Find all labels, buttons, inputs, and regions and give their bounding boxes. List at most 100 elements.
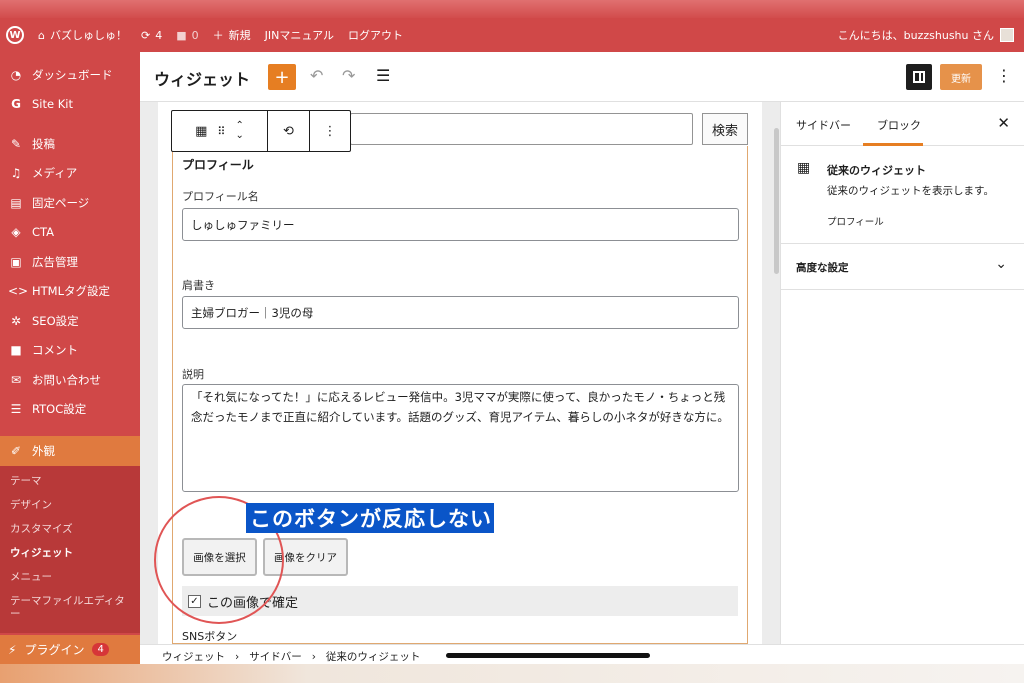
- sidebar-item-cta[interactable]: ◈ CTA: [0, 218, 140, 248]
- media-icon: ♫: [10, 166, 22, 181]
- mail-icon: ✉: [10, 372, 22, 387]
- sidebar-item-appearance[interactable]: ✐ 外観: [0, 436, 140, 466]
- updates-count: 4: [155, 28, 163, 42]
- comment-icon: ■: [10, 343, 22, 358]
- description-textarea[interactable]: 「それ気になってた！」に応えるレビュー発信中。3児ママが実際に使って、良かったモ…: [182, 384, 739, 492]
- pin-icon: ✎: [10, 136, 22, 151]
- avatar: [1000, 28, 1014, 42]
- code-icon: <>: [8, 284, 29, 299]
- widget-title: プロフィール: [182, 158, 254, 172]
- page-icon: ▤: [10, 195, 22, 210]
- account-menu[interactable]: こんにちは、buzzshushu さん: [838, 18, 1014, 52]
- undo-icon[interactable]: ↶: [310, 66, 323, 85]
- sidebar-item-posts[interactable]: ✎ 投稿: [0, 129, 140, 159]
- sidebar-item-comments[interactable]: ■ コメント: [0, 336, 140, 366]
- updates-link[interactable]: ⟳ 4: [141, 29, 162, 42]
- new-link[interactable]: ＋ 新規: [213, 27, 251, 43]
- sidebar-item-pages[interactable]: ▤ 固定ページ: [0, 188, 140, 218]
- search-button[interactable]: 検索: [702, 113, 748, 145]
- tab-block[interactable]: ブロック: [877, 117, 921, 133]
- search-input[interactable]: [350, 113, 693, 145]
- new-label: 新規: [228, 29, 251, 42]
- page-title: ウィジェット: [154, 70, 251, 89]
- bottom-blur-strip: [0, 664, 1024, 683]
- breadcrumb-item-sidebar[interactable]: サイドバー: [249, 649, 302, 664]
- home-indicator-bar: [446, 653, 650, 658]
- comments-link[interactable]: ■ 0: [176, 29, 198, 42]
- calendar-icon[interactable]: ▦: [195, 124, 207, 139]
- submenu-item-design[interactable]: デザイン: [0, 494, 140, 518]
- transform-icon: ⟲: [283, 123, 294, 139]
- sidebar-item-media[interactable]: ♫ メディア: [0, 159, 140, 189]
- move-up-down-icon[interactable]: ⌃ ⌄: [235, 121, 243, 141]
- sidebar-item-html-tags[interactable]: <> HTMLタグ設定: [0, 277, 140, 307]
- jin-manual-link[interactable]: JINマニュアル: [265, 27, 334, 43]
- sidebar-item-ads[interactable]: ▣ 広告管理: [0, 247, 140, 277]
- site-name-link[interactable]: ⌂ バズしゅしゅ！: [38, 27, 127, 43]
- add-block-button[interactable]: +: [268, 64, 296, 90]
- block-card-description: 従来のウィジェットを表示します。: [827, 185, 994, 197]
- speedometer-icon: ◔: [10, 67, 22, 82]
- settings-toggle-button[interactable]: [906, 64, 932, 90]
- sidebar-item-rtoc[interactable]: ☰ RTOC設定: [0, 395, 140, 425]
- submenu-item-widgets[interactable]: ウィジェット: [0, 542, 140, 566]
- settings-sidebar: サイドバー ブロック ✕ ▦ 従来のウィジェット 従来のウィジェットを表示します…: [780, 102, 1024, 644]
- calendar-icon: ▦: [797, 160, 811, 176]
- ad-icon: ▣: [10, 254, 22, 269]
- plugins-count-badge: 4: [92, 643, 109, 656]
- g-icon: G: [11, 97, 21, 112]
- description-label: 説明: [182, 368, 204, 381]
- submenu-item-customize[interactable]: カスタマイズ: [0, 518, 140, 542]
- top-blur-strip: [0, 0, 1024, 18]
- list-view-icon[interactable]: ☰: [376, 66, 390, 85]
- profile-name-label: プロフィール名: [182, 190, 259, 203]
- sidebar-item-seo[interactable]: ✲ SEO設定: [0, 306, 140, 336]
- appearance-submenu: テーマ デザイン カスタマイズ ウィジェット メニュー テーマファイルエディター: [0, 465, 140, 633]
- annotation-label: このボタンが反応しない: [246, 503, 494, 533]
- chevron-right-icon: ›: [311, 650, 316, 663]
- sidebar-item-sitekit[interactable]: G Site Kit: [0, 90, 140, 120]
- transform-button[interactable]: ⟲: [268, 111, 310, 151]
- list-icon: ☰: [10, 402, 22, 417]
- wordpress-logo-icon[interactable]: W: [6, 26, 24, 44]
- greeting: こんにちは、buzzshushu さん: [837, 29, 994, 42]
- sidebar-item-dashboard[interactable]: ◔ ダッシュボード: [0, 60, 140, 90]
- advanced-settings-label: 高度な設定: [796, 262, 849, 274]
- canvas-scrollbar[interactable]: [774, 128, 779, 274]
- plugin-icon: ⚡: [8, 642, 17, 657]
- admin-sidebar: ◔ ダッシュボード G Site Kit ✎ 投稿 ♫ メディア ▤ 固定ページ ◈ CTA…: [0, 52, 140, 664]
- redo-icon[interactable]: ↷: [342, 66, 355, 85]
- sidebar-item-plugins[interactable]: ⚡ プラグイン 4: [0, 635, 140, 664]
- submenu-item-themes[interactable]: テーマ: [0, 470, 140, 494]
- admin-bar: W ⌂ バズしゅしゅ！ ⟳ 4 ■ 0 ＋ 新規 JINマニュアル ログアウト …: [0, 18, 1024, 52]
- comment-icon: ■: [176, 28, 187, 42]
- more-options-icon: ⋮: [323, 123, 337, 139]
- tag-icon: ◈: [11, 225, 21, 240]
- block-card-subtitle: プロフィール: [827, 217, 884, 228]
- tab-sidebar[interactable]: サイドバー: [796, 117, 851, 133]
- block-card: ▦ 従来のウィジェット 従来のウィジェットを表示します。 プロフィール: [781, 146, 1024, 244]
- sidebar-item-contact[interactable]: ✉ お問い合わせ: [0, 365, 140, 395]
- breadcrumb-item-widgets[interactable]: ウィジェット: [162, 649, 225, 664]
- role-field[interactable]: 主婦ブロガー｜3児の母: [182, 296, 739, 329]
- logout-link[interactable]: ログアウト: [348, 27, 403, 43]
- editor-header: ウィジェット + ↶ ↷ ☰ 更新 ⋮: [140, 52, 1024, 102]
- block-options-button[interactable]: ⋮: [310, 111, 350, 151]
- update-button[interactable]: 更新: [940, 64, 982, 90]
- drag-handle-icon[interactable]: ⠿: [217, 125, 225, 138]
- close-icon[interactable]: ✕: [997, 114, 1010, 132]
- more-options-icon[interactable]: ⋮: [996, 66, 1012, 85]
- home-icon: ⌂: [38, 28, 45, 42]
- breadcrumb-item-legacy-widget[interactable]: 従来のウィジェット: [326, 649, 421, 664]
- comments-count: 0: [191, 28, 199, 42]
- advanced-settings-panel[interactable]: 高度な設定 ⌄: [781, 244, 1024, 290]
- gear-icon: ✲: [10, 313, 22, 328]
- role-label: 肩書き: [182, 279, 215, 292]
- profile-name-field[interactable]: しゅしゅファミリー: [182, 208, 739, 241]
- chevron-right-icon: ›: [235, 650, 240, 663]
- submenu-item-menus[interactable]: メニュー: [0, 566, 140, 590]
- site-name: バズしゅしゅ！: [49, 29, 127, 42]
- block-toolbar: ▦ ⠿ ⌃ ⌄ ⟲ ⋮: [171, 110, 351, 152]
- brush-icon: ✐: [10, 443, 22, 458]
- submenu-item-theme-editor[interactable]: テーマファイルエディター: [0, 590, 130, 627]
